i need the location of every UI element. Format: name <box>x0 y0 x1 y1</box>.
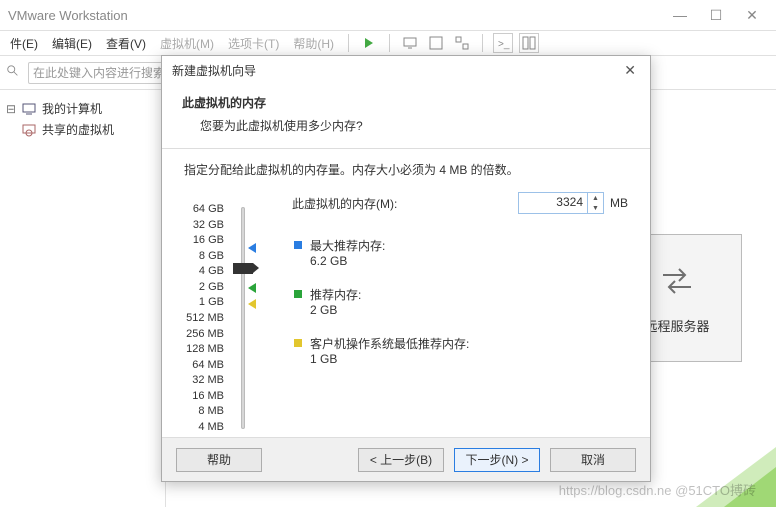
computer-icon <box>22 102 36 116</box>
menubar: 件(E) 编辑(E) 查看(V) 虚拟机(M) 选项卡(T) 帮助(H) >_ <box>0 30 776 56</box>
new-vm-wizard-dialog: 新建虚拟机向导 ✕ 此虚拟机的内存 您要为此虚拟机使用多少内存? 指定分配给此虚… <box>161 55 651 482</box>
dialog-close-button[interactable]: ✕ <box>620 62 640 79</box>
legend-minimum: 客户机操作系统最低推荐内存: 1 GB <box>294 335 469 366</box>
dialog-titlebar: 新建虚拟机向导 ✕ <box>162 56 650 84</box>
dialog-body: 指定分配给此虚拟机的内存量。内存大小必须为 4 MB 的倍数。 此虚拟机的内存(… <box>162 149 650 449</box>
menu-vm[interactable]: 虚拟机(M) <box>156 33 218 54</box>
tick-label: 16 GB <box>184 234 224 246</box>
minimize-button[interactable]: — <box>670 7 690 24</box>
search-icon[interactable] <box>6 64 20 81</box>
memory-label: 此虚拟机的内存(M): <box>292 195 412 212</box>
track <box>241 207 245 429</box>
dialog-header: 此虚拟机的内存 您要为此虚拟机使用多少内存? <box>162 84 650 149</box>
legend-rec-label: 推荐内存: <box>310 286 361 303</box>
down-arrow-icon[interactable]: ▼ <box>588 203 603 213</box>
layout-icon[interactable] <box>519 33 539 53</box>
fullscreen-icon[interactable] <box>452 33 472 53</box>
back-button[interactable]: < 上一步(B) <box>358 448 444 472</box>
tick-label: 64 MB <box>184 359 224 371</box>
titlebar: VMware Workstation — ☐ ✕ <box>0 0 776 30</box>
legend-max-label: 最大推荐内存: <box>310 237 385 254</box>
connect-icon <box>657 261 697 304</box>
menu-tabs[interactable]: 选项卡(T) <box>224 33 283 54</box>
recommended-marker-icon <box>248 283 256 293</box>
window-controls: — ☐ ✕ <box>670 7 768 24</box>
memory-value[interactable]: 3324 <box>519 193 587 213</box>
expand-icon[interactable] <box>6 123 16 137</box>
tick-label: 64 GB <box>184 203 224 215</box>
tick-label: 8 MB <box>184 405 224 417</box>
menu-help[interactable]: 帮助(H) <box>289 33 338 54</box>
next-button[interactable]: 下一步(N) > <box>454 448 540 472</box>
help-button[interactable]: 帮助 <box>176 448 262 472</box>
maximize-button[interactable]: ☐ <box>706 7 726 24</box>
tick-label: 32 GB <box>184 219 224 231</box>
svg-text:>_: >_ <box>498 39 510 50</box>
tick-label: 32 MB <box>184 374 224 386</box>
tick-label: 8 GB <box>184 250 224 262</box>
menu-edit[interactable]: 编辑(E) <box>48 33 96 54</box>
tick-label: 4 GB <box>184 265 224 277</box>
menu-file[interactable]: 件(E) <box>6 33 42 54</box>
expand-icon[interactable]: ⊟ <box>6 102 16 116</box>
dialog-heading: 此虚拟机的内存 <box>182 94 630 111</box>
console-icon[interactable]: >_ <box>493 33 513 53</box>
snapshot-icon[interactable] <box>426 33 446 53</box>
legend-max-value: 6.2 GB <box>310 254 385 268</box>
green-square-icon <box>294 290 302 298</box>
close-button[interactable]: ✕ <box>742 7 762 24</box>
dialog-subheading: 您要为此虚拟机使用多少内存? <box>182 117 630 134</box>
slider-track[interactable] <box>230 203 254 433</box>
legend-min-label: 客户机操作系统最低推荐内存: <box>310 335 469 352</box>
memory-unit: MB <box>610 196 628 210</box>
blue-square-icon <box>294 241 302 249</box>
separator <box>389 34 390 52</box>
legend-max: 最大推荐内存: 6.2 GB <box>294 237 469 268</box>
separator <box>348 34 349 52</box>
tree-label: 共享的虚拟机 <box>42 121 114 138</box>
remote-label: 远程服务器 <box>644 316 709 335</box>
tick-label: 2 GB <box>184 281 224 293</box>
tick-label: 512 MB <box>184 312 224 324</box>
yellow-square-icon <box>294 339 302 347</box>
shared-icon <box>22 123 36 137</box>
up-arrow-icon[interactable]: ▲ <box>588 193 603 203</box>
min-marker-icon <box>248 299 256 309</box>
dialog-title: 新建虚拟机向导 <box>172 62 256 79</box>
tick-label: 16 MB <box>184 390 224 402</box>
watermark: https://blog.csdn.ne @51CTO搏砖 <box>559 480 756 499</box>
app-title: VMware Workstation <box>8 8 128 23</box>
cancel-button[interactable]: 取消 <box>550 448 636 472</box>
max-marker-icon <box>248 243 256 253</box>
tick-label: 256 MB <box>184 328 224 340</box>
memory-spinner[interactable]: 3324 ▲▼ <box>518 192 604 214</box>
tree-label: 我的计算机 <box>42 100 102 117</box>
tick-label: 1 GB <box>184 296 224 308</box>
search-input[interactable]: 在此处键入内容进行搜索 <box>28 62 178 84</box>
legend-recommended: 推荐内存: 2 GB <box>294 286 469 317</box>
memory-slider: 64 GB 32 GB 16 GB 8 GB 4 GB 2 GB 1 GB 51… <box>184 203 254 433</box>
power-icon[interactable] <box>359 33 379 53</box>
tick-label: 4 MB <box>184 421 224 433</box>
separator <box>482 34 483 52</box>
legend: 最大推荐内存: 6.2 GB 推荐内存: 2 GB 客户机操作系统最低推荐内存:… <box>294 237 469 384</box>
tick-label: 128 MB <box>184 343 224 355</box>
legend-min-value: 1 GB <box>310 352 469 366</box>
slider-ticks: 64 GB 32 GB 16 GB 8 GB 4 GB 2 GB 1 GB 51… <box>184 203 230 433</box>
instruction-text: 指定分配给此虚拟机的内存量。内存大小必须为 4 MB 的倍数。 <box>184 161 628 178</box>
menu-view[interactable]: 查看(V) <box>102 33 150 54</box>
dialog-footer: 帮助 < 上一步(B) 下一步(N) > 取消 <box>162 437 650 481</box>
legend-rec-value: 2 GB <box>310 303 361 317</box>
monitor-icon[interactable] <box>400 33 420 53</box>
slider-handle[interactable] <box>233 263 253 274</box>
spinner-arrows[interactable]: ▲▼ <box>587 193 603 213</box>
search-placeholder: 在此处键入内容进行搜索 <box>33 64 165 81</box>
